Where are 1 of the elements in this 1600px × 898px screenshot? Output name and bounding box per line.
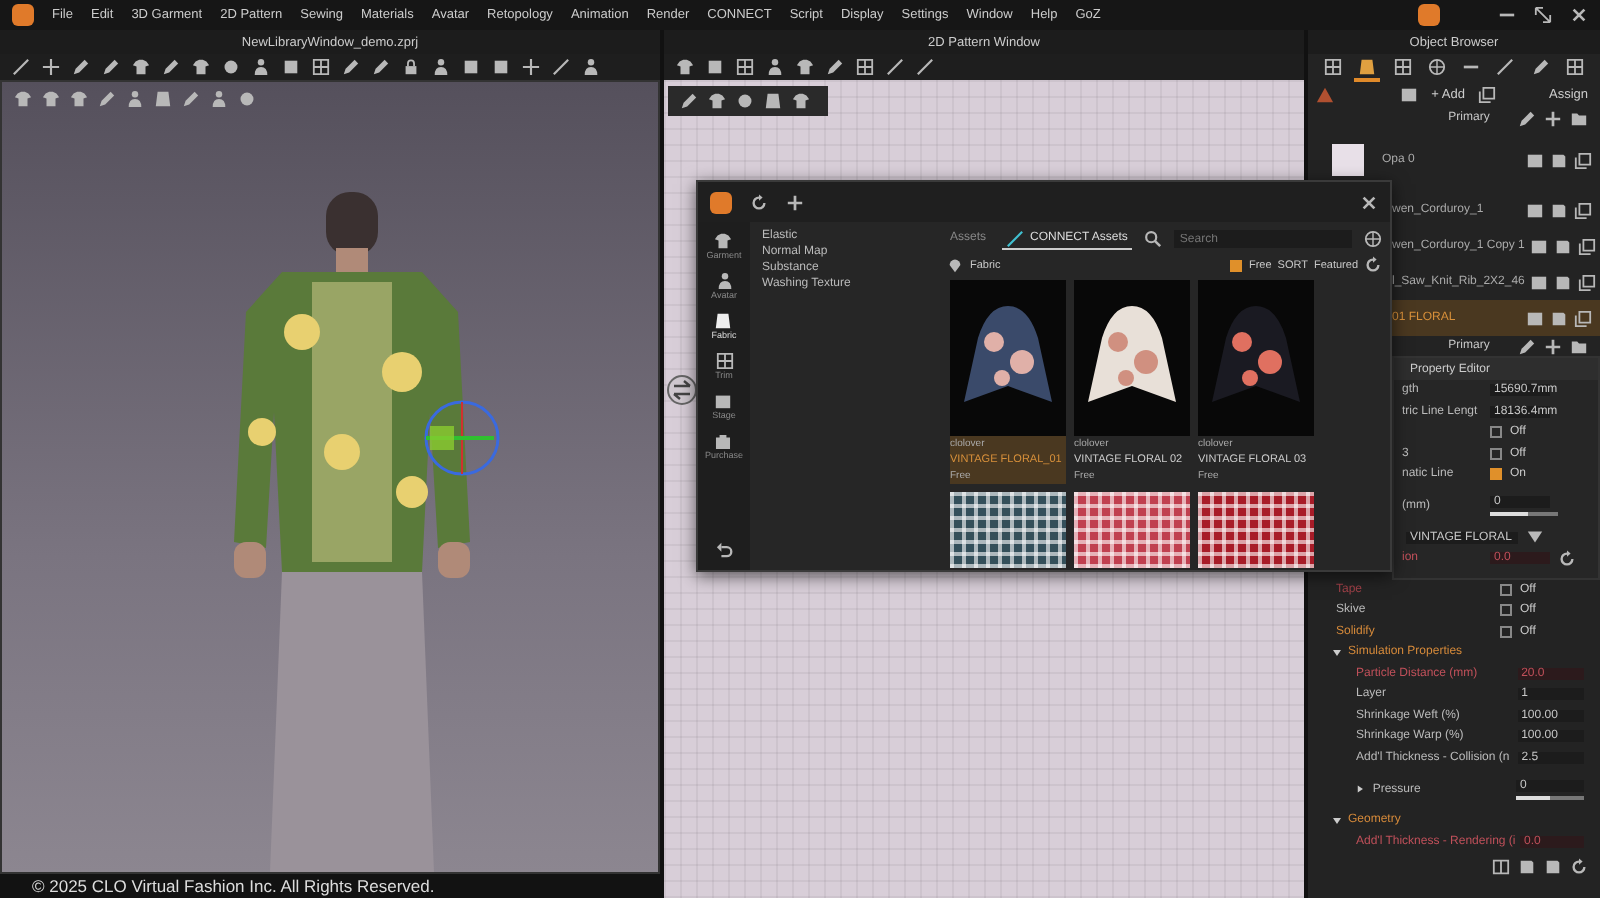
copyright-text: © 2025 CLO Virtual Fashion Inc. All Rights Reserved. (32, 876, 435, 896)
